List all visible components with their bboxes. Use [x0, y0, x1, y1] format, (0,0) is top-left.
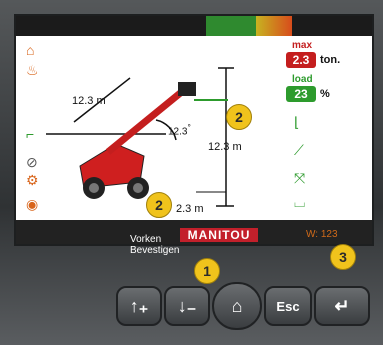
max-label: max: [292, 40, 313, 51]
home-icon: ⌂: [231, 295, 243, 316]
rear-hub: [133, 183, 143, 193]
fork-carriage: [178, 82, 196, 96]
boom-arm: [105, 87, 187, 155]
arrow-down-minus-icon: ↓₋: [177, 295, 197, 316]
boom-up-button[interactable]: ↑₊: [116, 286, 162, 326]
angle-value: 12.3: [168, 126, 188, 138]
extension-label: 2.3 m: [176, 203, 204, 215]
display-screen: ⌂ ♨ ⌐ ⊘ ⚙ ◉ 12.3 m 12.3° 12.3 m 2.3 m ma…: [14, 14, 374, 246]
front-hub: [89, 183, 99, 193]
callout-2-fork: 2: [226, 104, 252, 130]
esc-label: Esc: [276, 298, 300, 314]
boom-raise-icon: ⟋: [294, 142, 304, 158]
load-value-badge: 23: [286, 86, 316, 102]
message-line-1: Vorken: [130, 234, 162, 245]
fork-attach-icon: ⤧: [294, 170, 306, 186]
button-panel: ↑₊ ↓₋ ⌂ Esc ↵: [0, 246, 383, 345]
bucket-icon: ⌴: [294, 194, 306, 210]
height-label: 12.3 m: [208, 141, 242, 153]
weight-readout: W: 123: [306, 229, 338, 240]
brand-logo: MANITOU: [180, 228, 258, 242]
max-value-badge: 2.3: [286, 52, 316, 68]
angle-label: 12.3°: [168, 122, 191, 138]
max-unit: ton.: [320, 54, 341, 66]
load-label: load: [292, 74, 313, 85]
fork-tilt-icon: ⌊: [294, 114, 300, 130]
home-button[interactable]: ⌂: [212, 282, 262, 330]
load-unit: %: [320, 88, 330, 100]
boom-down-button[interactable]: ↓₋: [164, 286, 210, 326]
arrow-up-plus-icon: ↑₊: [129, 295, 149, 316]
callout-2-message: 2: [146, 192, 172, 218]
enter-icon: ↵: [334, 295, 350, 316]
enter-button[interactable]: ↵: [314, 286, 370, 326]
esc-button[interactable]: Esc: [264, 286, 312, 326]
reach-label-top: 12.3 m: [72, 95, 106, 107]
